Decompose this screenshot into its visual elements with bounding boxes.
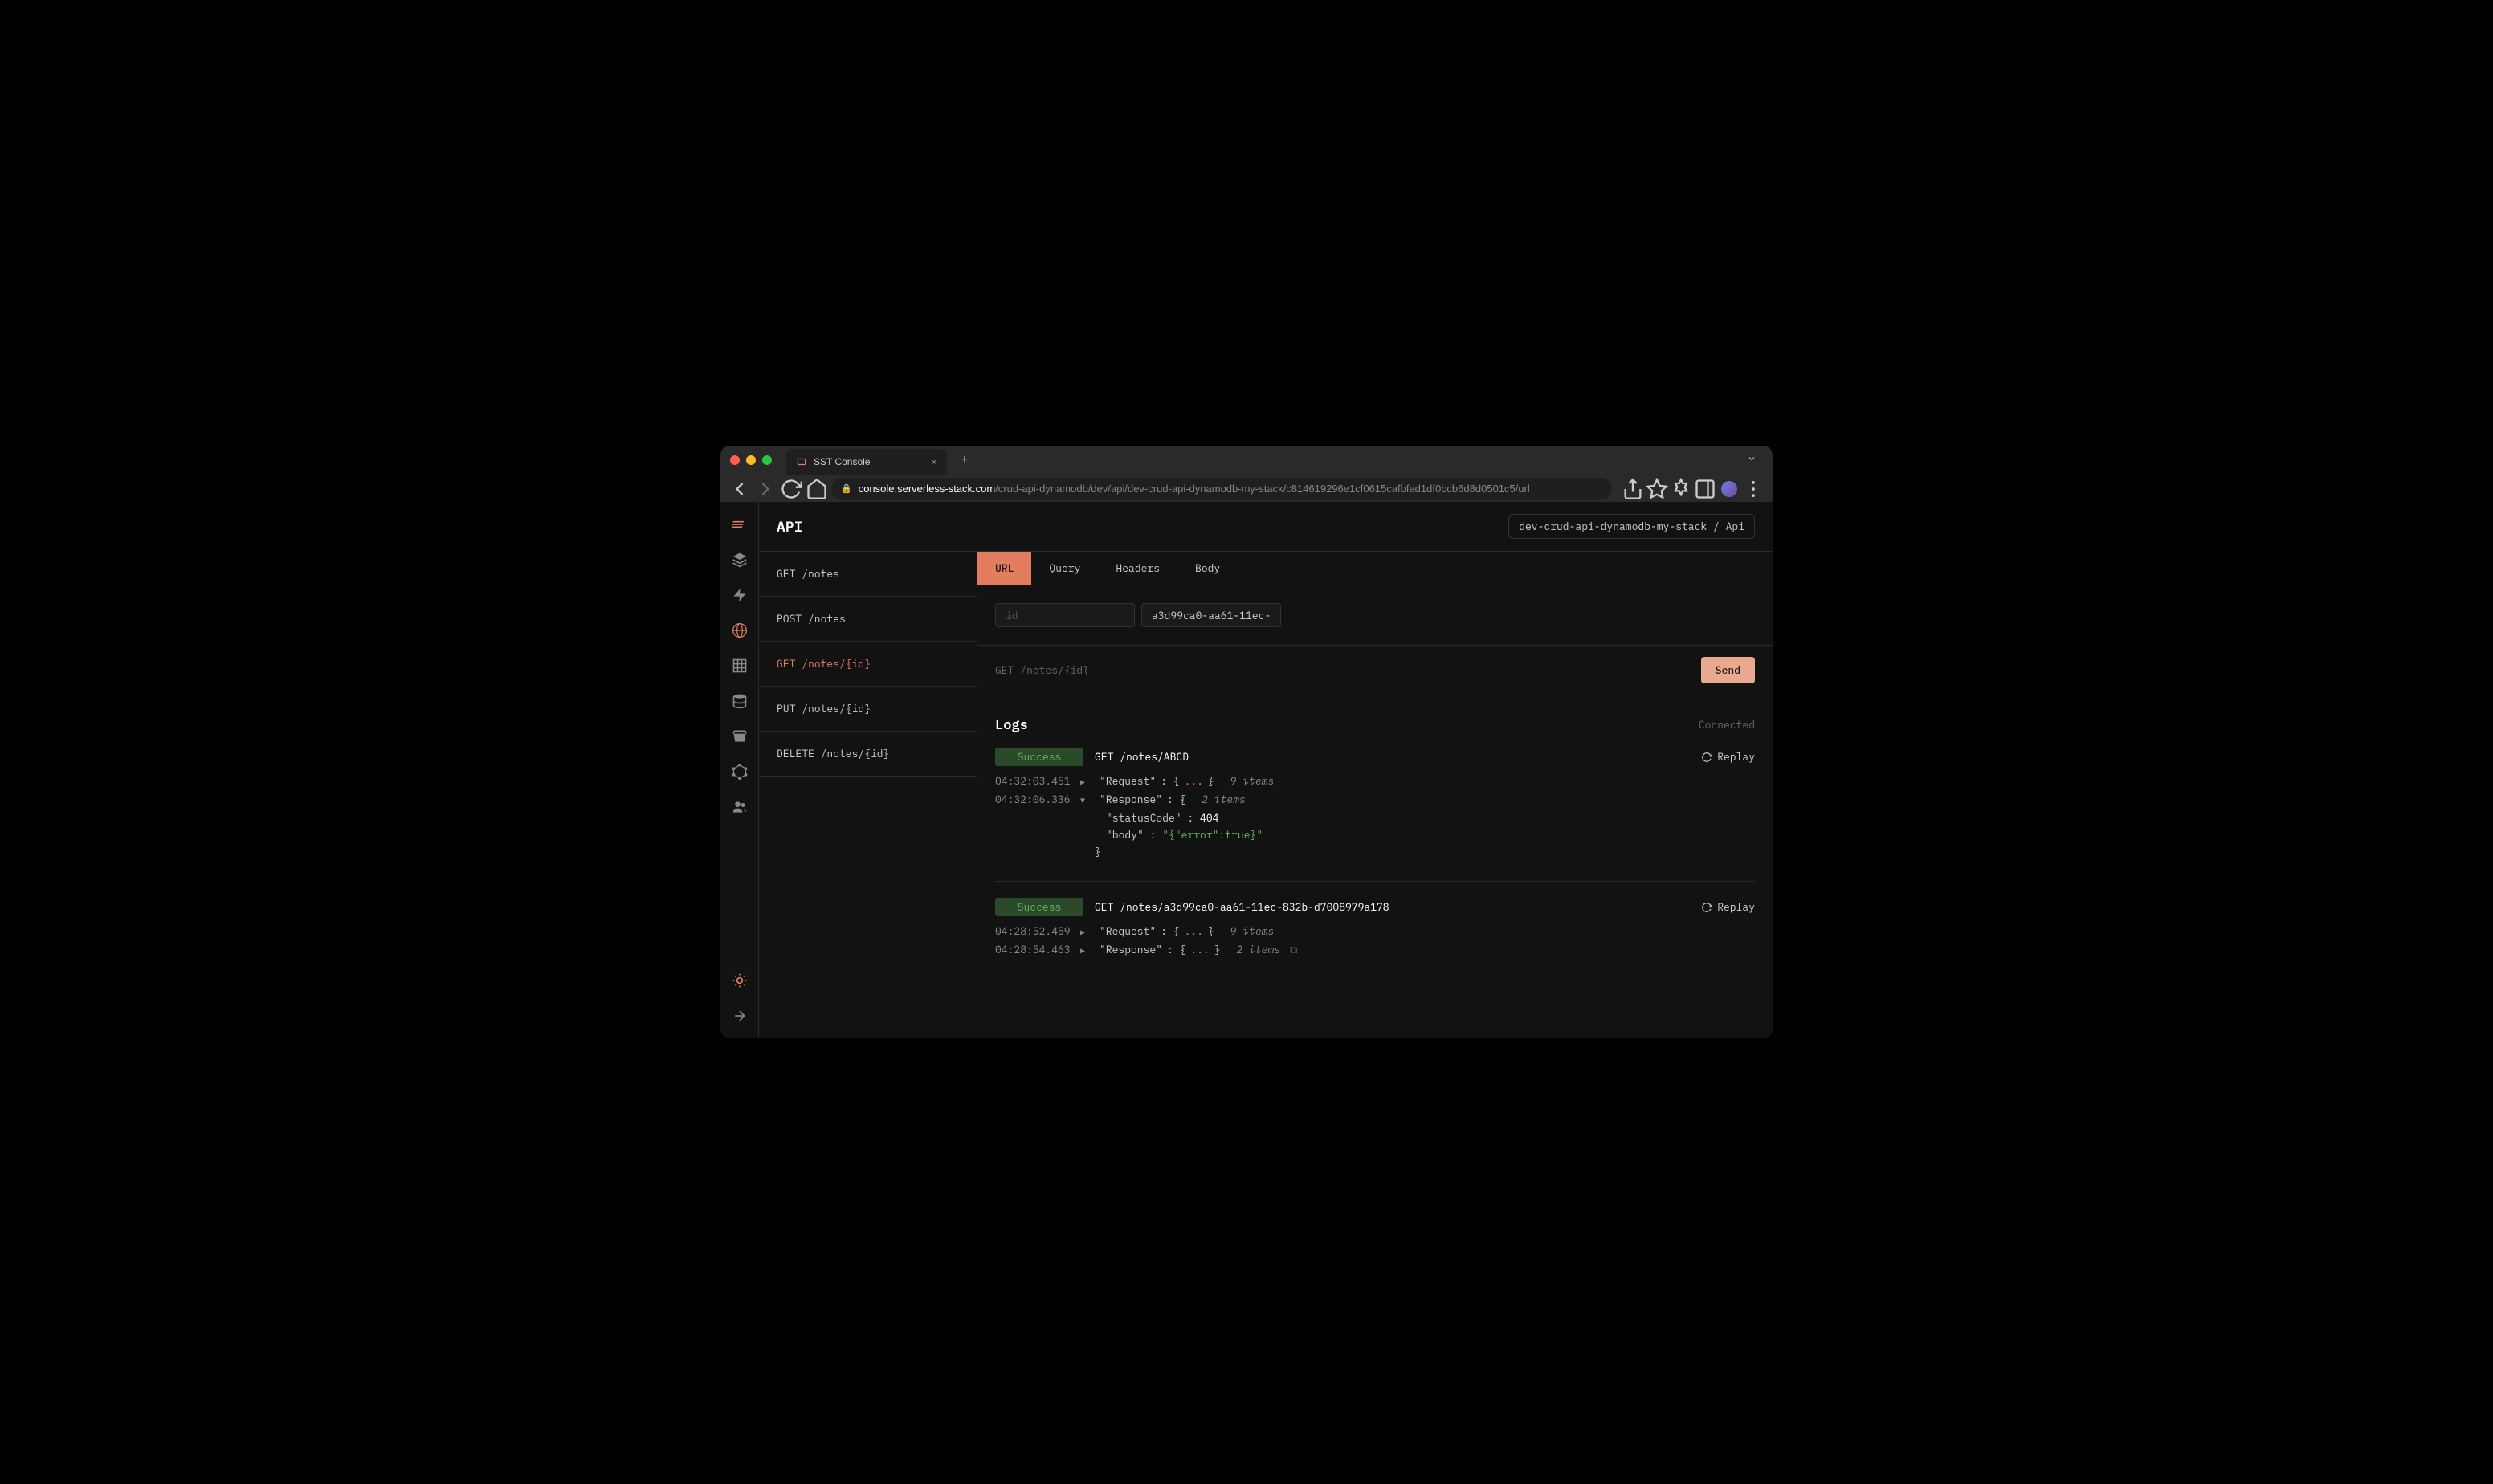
side-panel-icon[interactable] xyxy=(1694,478,1716,500)
nav-home-button[interactable] xyxy=(806,478,828,500)
functions-icon[interactable] xyxy=(732,587,748,603)
tabs-menu-button[interactable] xyxy=(1740,450,1763,471)
window-close-button[interactable] xyxy=(730,455,740,465)
request-preview: GET /notes/{id} xyxy=(995,663,1691,677)
request-tabs: URL Query Headers Body xyxy=(977,552,1773,585)
page-title: API xyxy=(759,502,977,552)
api-icon[interactable] xyxy=(732,622,748,638)
tab-body[interactable]: Body xyxy=(1177,552,1238,585)
kebab-menu-icon[interactable] xyxy=(1742,478,1765,500)
main-panel: dev-crud-api-dynamodb-my-stack / Api URL… xyxy=(977,502,1773,1038)
route-item-get-notes[interactable]: GET /notes xyxy=(759,552,977,597)
route-item-get-notes-id[interactable]: GET /notes/{id} xyxy=(759,642,977,687)
tab-favicon-icon xyxy=(796,456,807,467)
log-path: GET /notes/a3d99ca0-aa61-11ec-832b-d7008… xyxy=(1095,900,1389,914)
nav-forward-button[interactable] xyxy=(754,478,777,500)
log-path: GET /notes/ABCD xyxy=(1095,750,1189,764)
param-value-input[interactable] xyxy=(1141,603,1281,627)
window-maximize-button[interactable] xyxy=(762,455,772,465)
database-icon[interactable] xyxy=(732,693,748,709)
stacks-icon[interactable] xyxy=(732,552,748,568)
caret-right-icon: ▶ xyxy=(1080,777,1088,787)
send-button[interactable]: Send xyxy=(1701,657,1755,683)
tab-query[interactable]: Query xyxy=(1031,552,1098,585)
log-entry: Success GET /notes/ABCD Replay 04:32:03.… xyxy=(977,744,1773,881)
url-text: console.serverless-stack.com/crud-api-dy… xyxy=(859,483,1530,495)
titlebar: SST Console × + xyxy=(720,446,1773,475)
caret-right-icon: ▶ xyxy=(1080,945,1088,956)
tables-icon[interactable] xyxy=(732,658,748,674)
timestamp: 04:32:03.451 xyxy=(995,774,1069,788)
url-params xyxy=(977,585,1773,646)
nav-reload-button[interactable] xyxy=(780,478,802,500)
theme-icon[interactable] xyxy=(732,972,748,989)
log-request-line[interactable]: 04:32:03.451 ▶ "Request": {...} 9 items xyxy=(995,774,1755,788)
icon-sidebar xyxy=(720,502,759,1038)
timestamp: 04:32:06.336 xyxy=(995,793,1069,806)
traffic-lights xyxy=(730,455,772,465)
window-minimize-button[interactable] xyxy=(746,455,756,465)
bookmark-star-icon[interactable] xyxy=(1646,478,1668,500)
routes-panel: API GET /notes POST /notes GET /notes/{i… xyxy=(759,502,977,1038)
caret-right-icon: ▶ xyxy=(1080,927,1088,937)
breadcrumb[interactable]: dev-crud-api-dynamodb-my-stack / Api xyxy=(1508,514,1755,539)
buckets-icon[interactable] xyxy=(732,728,748,744)
tab-close-icon[interactable]: × xyxy=(931,455,937,468)
caret-down-icon: ▼ xyxy=(1080,795,1088,805)
tab-url[interactable]: URL xyxy=(977,552,1031,585)
graphql-icon[interactable] xyxy=(732,764,748,780)
response-body: "statusCode" : 404 "body" : "{"error":tr… xyxy=(1106,811,1755,858)
tab-headers[interactable]: Headers xyxy=(1098,552,1177,585)
profile-avatar[interactable] xyxy=(1718,478,1740,500)
route-item-post-notes[interactable]: POST /notes xyxy=(759,597,977,642)
toolbar: 🔒 console.serverless-stack.com/crud-api-… xyxy=(720,475,1773,502)
timestamp: 04:28:52.459 xyxy=(995,924,1069,938)
nav-back-button[interactable] xyxy=(728,478,751,500)
divider xyxy=(995,881,1755,882)
browser-window: SST Console × + 🔒 console.serverless-sta… xyxy=(720,446,1773,1038)
collapse-icon[interactable] xyxy=(732,1008,748,1024)
logs-title: Logs xyxy=(995,716,1028,733)
timestamp: 04:28:54.463 xyxy=(995,943,1069,956)
tab-title: SST Console xyxy=(814,456,870,467)
replay-button[interactable]: Replay xyxy=(1701,900,1755,914)
replay-button[interactable]: Replay xyxy=(1701,750,1755,764)
lock-icon: 🔒 xyxy=(841,483,852,494)
connection-status: Connected xyxy=(1699,718,1755,732)
share-icon[interactable] xyxy=(1622,478,1644,500)
status-badge: Success xyxy=(995,898,1083,916)
new-tab-button[interactable]: + xyxy=(955,450,974,470)
copy-icon[interactable]: ⧉ xyxy=(1290,943,1297,956)
log-response-line[interactable]: 04:28:54.463 ▶ "Response": {...} 2 items… xyxy=(995,943,1755,956)
param-name-input[interactable] xyxy=(995,603,1135,627)
app-content: API GET /notes POST /notes GET /notes/{i… xyxy=(720,502,1773,1038)
send-row: GET /notes/{id} Send xyxy=(977,646,1773,701)
route-item-put-notes-id[interactable]: PUT /notes/{id} xyxy=(759,687,977,732)
toolbar-right xyxy=(1622,478,1765,500)
log-request-line[interactable]: 04:28:52.459 ▶ "Request": {...} 9 items xyxy=(995,924,1755,938)
address-bar[interactable]: 🔒 console.serverless-stack.com/crud-api-… xyxy=(831,478,1612,500)
logo-icon[interactable] xyxy=(732,516,748,532)
extensions-icon[interactable] xyxy=(1670,478,1692,500)
log-entry: Success GET /notes/a3d99ca0-aa61-11ec-83… xyxy=(977,895,1773,980)
log-response-line[interactable]: 04:32:06.336 ▼ "Response": { 2 items xyxy=(995,793,1755,806)
route-item-delete-notes-id[interactable]: DELETE /notes/{id} xyxy=(759,732,977,777)
browser-tab[interactable]: SST Console × xyxy=(786,449,947,475)
main-header: dev-crud-api-dynamodb-my-stack / Api xyxy=(977,502,1773,552)
status-badge: Success xyxy=(995,748,1083,766)
users-icon[interactable] xyxy=(732,799,748,815)
logs-header: Logs Connected xyxy=(977,701,1773,744)
